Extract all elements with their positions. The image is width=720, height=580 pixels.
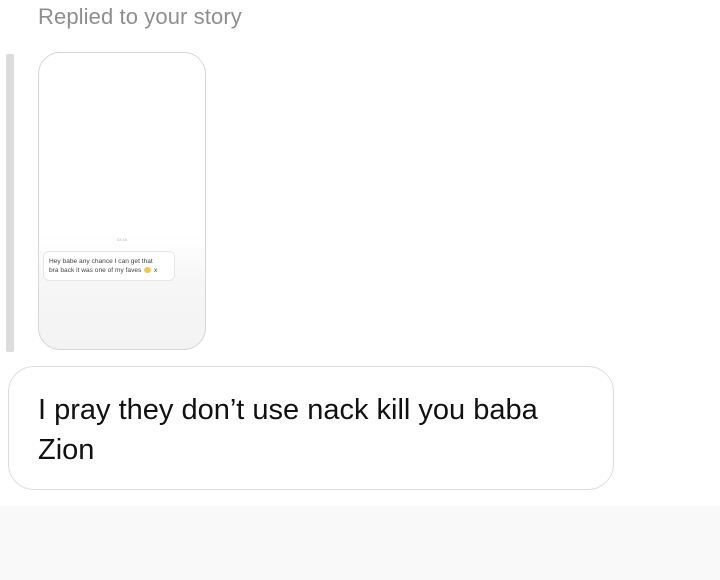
story-text-line-2-text: bra back it was one of my faves xyxy=(49,266,142,274)
message-bubble[interactable]: I pray they don’t use nack kill you baba… xyxy=(8,366,614,490)
story-thumbnail[interactable]: 03:18 Hey babe any chance I can get that… xyxy=(38,52,206,350)
story-timestamp: 03:18 xyxy=(116,237,127,242)
story-reply-header: Replied to your story xyxy=(38,4,242,29)
story-text-suffix: x xyxy=(154,266,158,274)
story-text-line-1: Hey babe any chance I can get that xyxy=(49,258,153,265)
message-text: I pray they don’t use nack kill you baba… xyxy=(38,394,538,466)
story-text-bubble: Hey babe any chance I can get that bra b… xyxy=(43,251,175,281)
bottom-area xyxy=(0,506,720,580)
story-text-line-2: bra back it was one of my faves x xyxy=(49,267,168,276)
dm-thread: Replied to your story 03:18 Hey babe any… xyxy=(0,0,720,580)
reply-quote-bar xyxy=(6,54,14,352)
pouting-face-emoji-icon xyxy=(144,266,152,273)
